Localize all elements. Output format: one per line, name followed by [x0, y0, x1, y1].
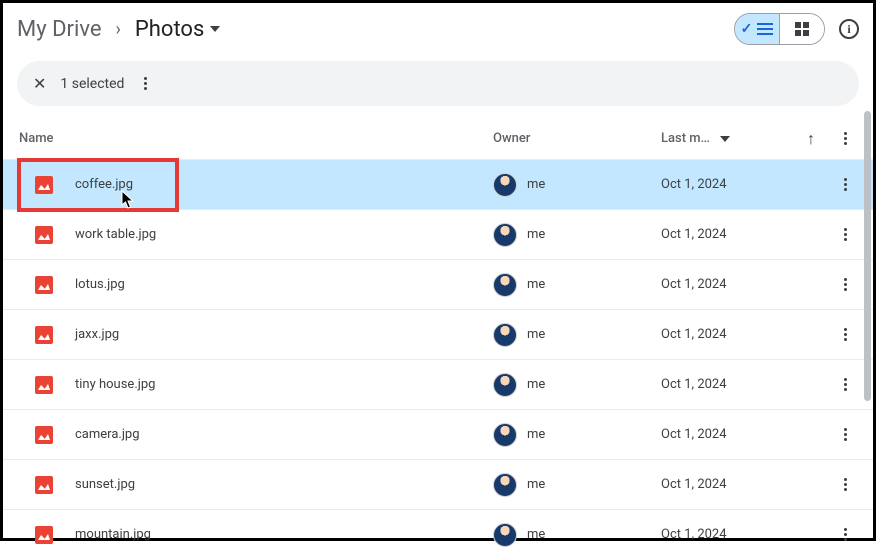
image-file-icon [35, 326, 53, 344]
avatar [493, 423, 517, 447]
owner-label: me [527, 427, 545, 442]
column-more[interactable] [831, 126, 859, 151]
file-owner: me [493, 173, 661, 197]
chevron-right-icon: › [116, 19, 121, 40]
breadcrumb: My Drive › Photos [17, 17, 220, 42]
breadcrumb-root[interactable]: My Drive [17, 17, 102, 42]
column-owner[interactable]: Owner [493, 131, 661, 146]
file-name: camera.jpg [75, 427, 493, 442]
table-row[interactable]: coffee.jpg me Oct 1, 2024 [3, 159, 873, 209]
row-more-button[interactable] [831, 172, 859, 197]
file-modified: Oct 1, 2024 [661, 277, 831, 292]
table-row[interactable]: camera.jpg me Oct 1, 2024 [3, 409, 873, 459]
grid-view-button[interactable] [780, 14, 824, 44]
image-file-icon [35, 426, 53, 444]
column-name[interactable]: Name [17, 131, 493, 146]
row-more-button[interactable] [831, 322, 859, 347]
owner-label: me [527, 477, 545, 492]
file-name: mountain.jpg [75, 527, 493, 542]
check-icon: ✓ [741, 21, 753, 37]
table-row[interactable]: lotus.jpg me Oct 1, 2024 [3, 259, 873, 309]
image-file-icon [35, 476, 53, 494]
table-row[interactable]: sunset.jpg me Oct 1, 2024 [3, 459, 873, 509]
avatar [493, 173, 517, 197]
image-file-icon [35, 276, 53, 294]
owner-label: me [527, 327, 545, 342]
file-modified: Oct 1, 2024 [661, 377, 831, 392]
file-modified: Oct 1, 2024 [661, 477, 831, 492]
avatar [493, 323, 517, 347]
scrollbar[interactable] [864, 111, 871, 401]
close-icon[interactable]: ✕ [33, 74, 46, 93]
column-modified-label: Last m… [661, 131, 710, 146]
file-owner: me [493, 423, 661, 447]
avatar [493, 273, 517, 297]
selection-more-button[interactable] [138, 71, 153, 96]
file-modified: Oct 1, 2024 [661, 427, 831, 442]
list-icon [757, 23, 773, 35]
sort-dropdown-icon [720, 136, 730, 142]
file-modified: Oct 1, 2024 [661, 527, 831, 542]
avatar [493, 473, 517, 497]
file-owner: me [493, 473, 661, 497]
file-name: lotus.jpg [75, 277, 493, 292]
grid-icon [795, 22, 809, 36]
folder-title: Photos [135, 17, 204, 42]
list-view-button[interactable]: ✓ [735, 14, 779, 44]
file-name: jaxx.jpg [75, 327, 493, 342]
owner-label: me [527, 277, 545, 292]
table-row[interactable]: tiny house.jpg me Oct 1, 2024 [3, 359, 873, 409]
row-more-button[interactable] [831, 272, 859, 297]
column-modified[interactable]: Last m… [661, 131, 791, 146]
file-name: coffee.jpg [75, 177, 493, 192]
file-owner: me [493, 273, 661, 297]
file-modified: Oct 1, 2024 [661, 227, 831, 242]
file-owner: me [493, 523, 661, 547]
avatar [493, 223, 517, 247]
caret-down-icon [210, 26, 220, 32]
avatar [493, 523, 517, 547]
table-row[interactable]: jaxx.jpg me Oct 1, 2024 [3, 309, 873, 359]
owner-label: me [527, 527, 545, 542]
file-owner: me [493, 373, 661, 397]
file-name: sunset.jpg [75, 477, 493, 492]
table-row[interactable]: mountain.jpg me Oct 1, 2024 [3, 509, 873, 559]
owner-label: me [527, 177, 545, 192]
file-name: work table.jpg [75, 227, 493, 242]
row-more-button[interactable] [831, 422, 859, 447]
image-file-icon [35, 176, 53, 194]
file-owner: me [493, 223, 661, 247]
selection-bar: ✕ 1 selected [17, 61, 859, 106]
selection-count: 1 selected [60, 76, 124, 92]
row-more-button[interactable] [831, 522, 859, 547]
file-modified: Oct 1, 2024 [661, 327, 831, 342]
view-toggle: ✓ [734, 13, 825, 45]
breadcrumb-current[interactable]: Photos [135, 17, 220, 42]
file-name: tiny house.jpg [75, 377, 493, 392]
row-more-button[interactable] [831, 222, 859, 247]
sort-direction[interactable]: ↑ [791, 129, 831, 149]
table-header: Name Owner Last m… ↑ [3, 106, 873, 159]
file-owner: me [493, 323, 661, 347]
row-more-button[interactable] [831, 472, 859, 497]
table-row[interactable]: work table.jpg me Oct 1, 2024 [3, 209, 873, 259]
avatar [493, 373, 517, 397]
image-file-icon [35, 226, 53, 244]
arrow-up-icon: ↑ [807, 129, 815, 149]
owner-label: me [527, 377, 545, 392]
info-icon[interactable]: i [839, 19, 859, 39]
image-file-icon [35, 376, 53, 394]
file-modified: Oct 1, 2024 [661, 177, 831, 192]
owner-label: me [527, 227, 545, 242]
row-more-button[interactable] [831, 372, 859, 397]
